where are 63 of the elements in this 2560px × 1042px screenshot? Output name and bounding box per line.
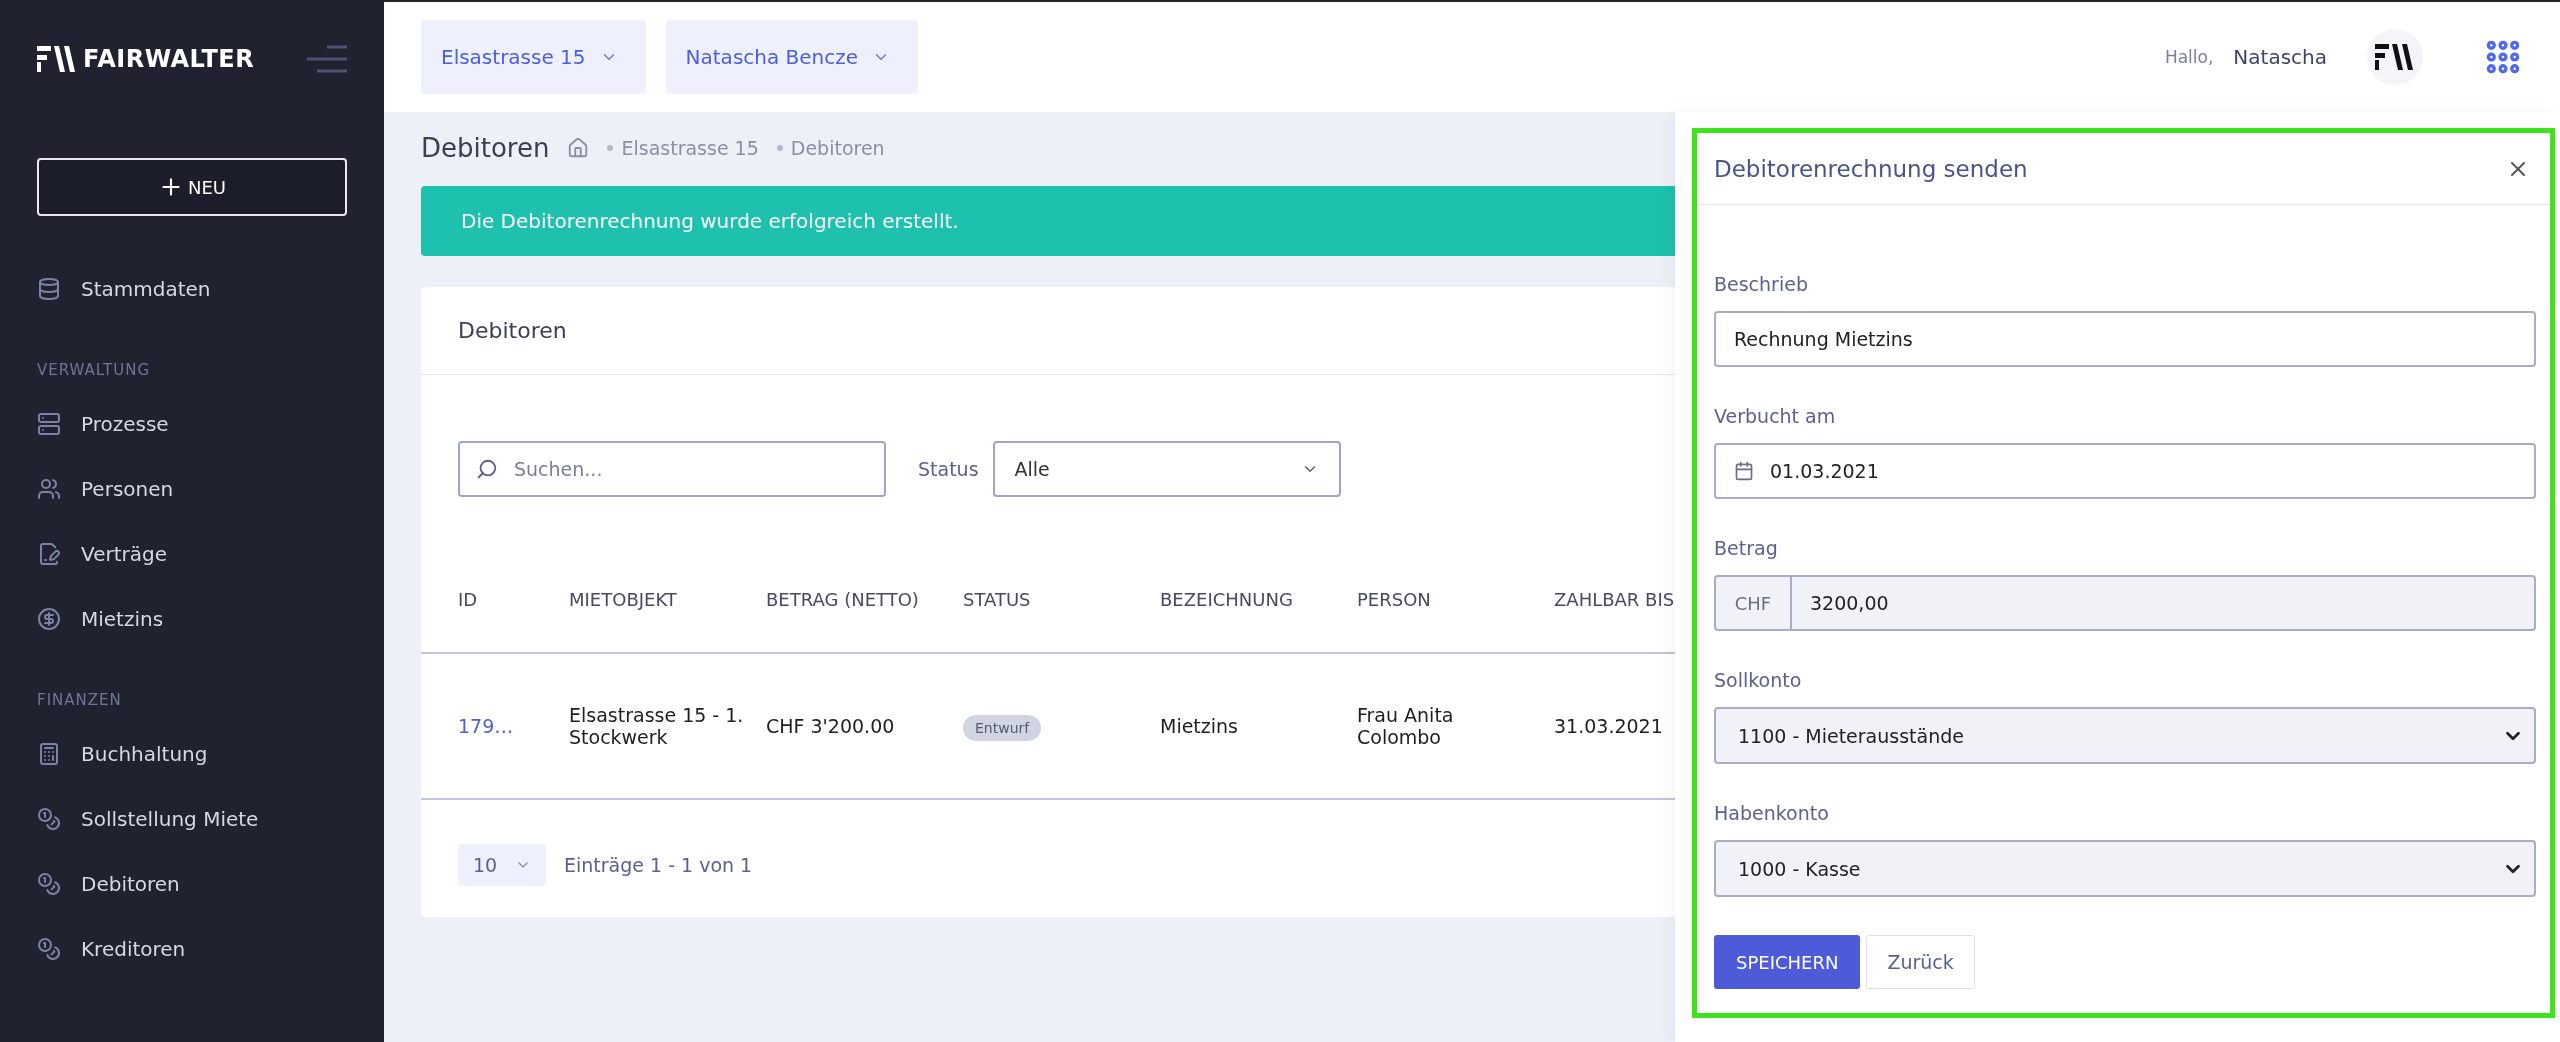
id-link[interactable]: 179…	[458, 715, 514, 737]
search-field[interactable]: Suchen...	[458, 441, 886, 497]
back-button[interactable]: Zurück	[1866, 935, 1975, 989]
select-field[interactable]: 1100 - Mieterausstände	[1714, 707, 2536, 764]
table-cell: CHF 3'200.00	[766, 715, 895, 737]
filter-label: Status	[918, 458, 979, 480]
select-field[interactable]: 1000 - Kasse	[1714, 840, 2536, 897]
coins-icon	[37, 871, 61, 896]
card-title: Debitoren	[458, 318, 567, 343]
field-label: Habenkonto	[1714, 802, 1830, 826]
sidebar-item[interactable]: Kreditoren	[37, 916, 347, 981]
logo-icon	[2375, 42, 2415, 72]
text-input[interactable]: Rechnung Mietzins	[1714, 311, 2536, 367]
panel-title: Debitorenrechnung senden	[1714, 155, 2028, 182]
new-button[interactable]: NEU	[37, 158, 347, 216]
sidebar-item[interactable]: Debitoren	[37, 851, 347, 916]
date-input[interactable]: 01.03.2021	[1714, 443, 2536, 499]
property-selector[interactable]: Natascha Bencze	[665, 20, 919, 94]
pagination-info: Einträge 1 - 1 von 1	[564, 854, 753, 876]
people-icon	[37, 476, 61, 501]
sidebar-item[interactable]: Personen	[37, 456, 347, 521]
field-label: Beschrieb	[1714, 273, 1809, 297]
page-title: Debitoren	[421, 133, 550, 163]
calendar-icon	[1734, 461, 1754, 481]
sidebar-item[interactable]: Buchhaltung	[37, 721, 347, 786]
amount-input[interactable]: CHF 3200,00	[1714, 575, 2536, 631]
column-header: PERSON	[1357, 547, 1554, 653]
status-tag: Entwurf	[963, 715, 1042, 741]
table-cell: Frau Anita Colombo	[1357, 704, 1454, 748]
table-cell: 31.03.2021	[1554, 715, 1663, 737]
server-icon	[37, 411, 61, 436]
logo-icon	[37, 44, 77, 74]
page-size-select[interactable]: 10	[458, 844, 546, 886]
greeting: Hallo,	[2164, 47, 2214, 67]
field-label: Sollkonto	[1714, 669, 1803, 693]
sidebar-item[interactable]: Mietzins	[37, 586, 347, 651]
document-icon	[37, 541, 61, 566]
section-heading: FINANZEN	[37, 691, 123, 709]
section-heading: VERWALTUNG	[37, 361, 152, 379]
search-icon	[476, 458, 498, 480]
coins-icon	[37, 806, 61, 831]
column-header: BETRAG (NETTO)	[766, 547, 963, 653]
sidebar-item[interactable]: Sollstellung Miete	[37, 786, 347, 851]
home-icon[interactable]	[567, 137, 590, 159]
sidebar-item[interactable]: Verträge	[37, 521, 347, 586]
save-button[interactable]: SPEICHERN	[1714, 935, 1861, 989]
column-header: MIETOBJEKT	[569, 547, 766, 653]
table-cell: Elsastrasse 15 - 1. Stockwerk	[569, 704, 744, 748]
sidebar-item[interactable]: Stammdaten	[37, 256, 347, 321]
database-icon	[37, 276, 61, 301]
logo-text: FAIRWALTER	[83, 45, 255, 73]
coin-icon	[37, 606, 61, 631]
coins-icon	[37, 936, 61, 961]
calculator-icon	[37, 741, 61, 766]
sidebar-item[interactable]: Prozesse	[37, 391, 347, 456]
column-header: STATUS	[963, 547, 1160, 653]
field-label: Verbucht am	[1714, 405, 1837, 429]
column-header: ID	[421, 547, 569, 653]
table-cell: Mietzins	[1160, 715, 1238, 737]
user-name: Natascha	[2233, 45, 2327, 69]
property-selector[interactable]: Elsastrasse 15	[421, 20, 646, 94]
column-header: BEZEICHNUNG	[1160, 547, 1357, 653]
status-select[interactable]: Alle	[992, 441, 1341, 497]
